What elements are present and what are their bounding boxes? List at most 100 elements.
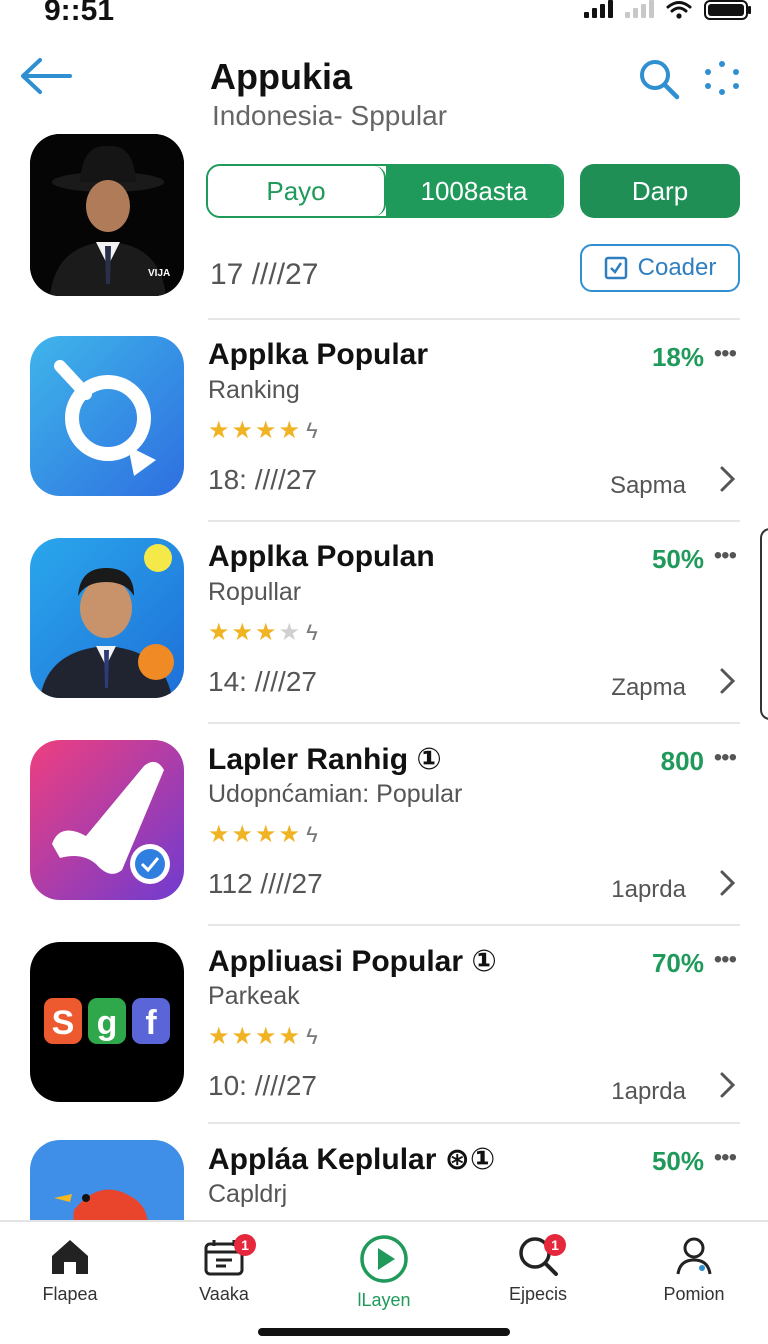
grid-dots-icon <box>705 61 739 95</box>
bird-app-icon <box>30 1140 184 1220</box>
featured-date: 17 ////27 <box>210 258 319 291</box>
app-tag: 1aprda <box>611 876 686 903</box>
star-icon: ★ <box>231 821 254 848</box>
ellipsis-icon[interactable]: ••• <box>714 542 737 570</box>
more-options-button[interactable] <box>702 58 742 98</box>
list-item[interactable]: Applka Popular Ranking ★ ★ ★ ★ ϟ 18: ////27 … <box>0 318 768 520</box>
search-icon <box>640 60 680 100</box>
portrait-app-icon <box>30 538 184 698</box>
star-rating: ★ ★ ★ ★ ϟ <box>208 820 318 849</box>
star-icon: ★ <box>255 1023 277 1050</box>
row-divider <box>208 318 740 320</box>
tab-label: lLayen <box>357 1290 411 1310</box>
app-date: 18: ////27 <box>208 464 317 495</box>
app-date: 14: ////27 <box>208 666 317 697</box>
app-title: Appláa Keplular ⊛① <box>208 1143 496 1176</box>
list-item[interactable]: Lapler Ranhig ① Udopnćamian: Popular ★ ★ ★… <box>0 722 768 924</box>
list-item[interactable]: Appláa Keplular ⊛① Capldrj ★★★★ϟ 50% ••• <box>0 1122 768 1220</box>
svg-text:VIJA: VIJA <box>148 268 170 279</box>
search-button[interactable] <box>636 56 682 102</box>
home-indicator[interactable] <box>258 1328 510 1336</box>
row-divider <box>208 722 740 724</box>
tab-calendar[interactable]: 1 Vaaka <box>154 1234 294 1320</box>
star-icon: ★ <box>208 821 230 848</box>
tab-play[interactable]: lLayen <box>314 1234 454 1320</box>
app-percent: 18% <box>651 342 704 372</box>
back-button[interactable] <box>18 54 74 98</box>
notification-badge: 1 <box>234 1234 256 1256</box>
back-arrow-icon <box>21 58 72 94</box>
row-divider <box>208 520 740 522</box>
ellipsis-icon[interactable]: ••• <box>714 1144 737 1172</box>
segment-option-payo[interactable]: Payo <box>208 166 386 216</box>
chevron-right-icon[interactable] <box>718 464 738 494</box>
list-item[interactable]: S g f Appliuasi Popular ① Parkeak ★ ★ ★ ★ ϟ … <box>0 924 768 1126</box>
tab-profile[interactable]: Pomion <box>624 1234 764 1320</box>
star-icon: ★ <box>208 1023 230 1050</box>
app-title: Applka Popular <box>208 338 429 371</box>
star-icon: ★ <box>208 417 230 444</box>
tab-label: Vaaka <box>199 1284 249 1304</box>
coader-button[interactable]: Coader <box>580 244 740 292</box>
app-title: Applka Populan <box>208 540 435 573</box>
segment-control: Payo 1008asta <box>206 164 564 218</box>
star-rating: ★ ★ ★ ★ ϟ <box>208 618 318 647</box>
app-percent: 800 <box>660 746 704 776</box>
ellipsis-icon[interactable]: ••• <box>714 946 737 974</box>
app-subtitle: Parkeak <box>208 982 300 1010</box>
flash-icon: ϟ <box>306 1023 318 1049</box>
star-icon: ★ <box>231 619 254 646</box>
star-icon: ★ <box>278 1023 301 1050</box>
app-subtitle: Ranking <box>208 376 300 404</box>
status-icons <box>584 0 752 20</box>
app-date: 10: ////27 <box>208 1070 317 1101</box>
star-icon: ★ <box>208 619 230 646</box>
tab-label: Pomion <box>663 1284 725 1304</box>
svg-text:g: g <box>97 1004 118 1042</box>
ellipsis-icon[interactable]: ••• <box>714 744 737 772</box>
tab-home[interactable]: Flapea <box>0 1234 140 1320</box>
chevron-right-icon[interactable] <box>718 666 738 696</box>
flash-icon: ϟ <box>306 821 318 847</box>
chevron-right-icon[interactable] <box>718 868 738 898</box>
edge-scroll-handle[interactable] <box>760 528 768 720</box>
star-icon: ★ <box>255 821 277 848</box>
header: Appukia Indonesia- Sppular <box>0 40 768 140</box>
segment-option-active[interactable]: 1008asta <box>386 166 562 216</box>
star-icon: ★ <box>278 619 301 646</box>
person-in-hat-image: VIJA <box>30 134 184 296</box>
star-icon: ★ <box>231 1023 254 1050</box>
star-icon: ★ <box>278 417 301 444</box>
svg-text:f: f <box>145 1004 157 1042</box>
featured-app-icon[interactable]: VIJA <box>30 134 184 296</box>
star-rating: ★ ★ ★ ★ ϟ <box>208 1022 318 1051</box>
star-icon: ★ <box>278 821 301 848</box>
social-apps-icon: S g f <box>30 942 184 1102</box>
checkbox-icon <box>604 256 627 280</box>
star-icon: ★ <box>255 619 277 646</box>
app-tag: Sapma <box>609 472 686 499</box>
wifi-icon <box>666 1 692 19</box>
play-icon <box>360 1235 408 1283</box>
svg-text:S: S <box>52 1004 75 1042</box>
tool-app-icon <box>30 740 184 900</box>
star-rating: ★ ★ ★ ★ ϟ <box>208 416 318 445</box>
flash-icon: ϟ <box>306 417 318 443</box>
ellipsis-icon[interactable]: ••• <box>714 340 737 368</box>
app-subtitle: Udopnćamian: Popular <box>208 780 463 808</box>
status-bar: 9::51 <box>0 0 768 30</box>
tab-label: Ejpecis <box>508 1284 568 1304</box>
app-date: 112 ////27 <box>208 868 323 899</box>
app-percent: 70% <box>651 948 704 978</box>
notification-badge: 1 <box>544 1234 566 1256</box>
list-item[interactable]: Applka Populan Ropullar ★ ★ ★ ★ ϟ 14: ////27… <box>0 520 768 722</box>
secondary-signal-icon <box>625 0 654 18</box>
chevron-right-icon[interactable] <box>718 1070 738 1100</box>
tab-search[interactable]: 1 Ejpecis <box>468 1234 608 1320</box>
flash-icon: ϟ <box>306 619 318 645</box>
app-subtitle: Capldrj <box>208 1180 288 1208</box>
profile-icon <box>676 1237 712 1275</box>
featured-action-button[interactable]: Darp <box>580 164 740 218</box>
tab-label: Flapea <box>42 1284 98 1304</box>
battery-icon <box>704 0 751 20</box>
